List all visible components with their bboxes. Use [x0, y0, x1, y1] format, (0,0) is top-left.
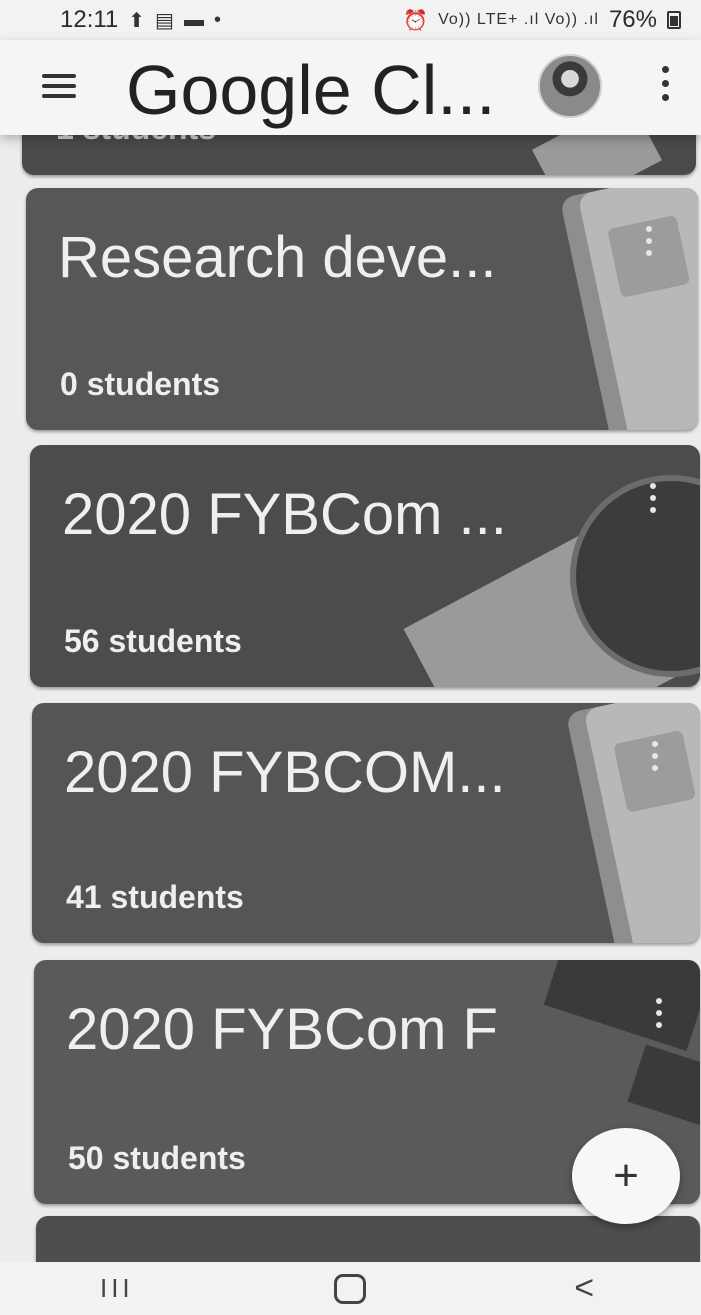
notification-icon-2: ▤ — [155, 9, 174, 32]
card-illustration — [543, 960, 700, 1051]
notification-dot-icon: • — [213, 8, 221, 31]
hamburger-menu-icon[interactable] — [42, 74, 76, 98]
status-right: ⏰ Vo)) LTE+ .ıl Vo)) .ıl 76% — [403, 6, 681, 34]
signal-indicator: Vo)) LTE+ .ıl Vo)) .ıl — [438, 11, 599, 28]
status-time: 12:11 — [60, 6, 119, 33]
back-button[interactable]: < — [554, 1269, 614, 1309]
battery-icon — [667, 11, 681, 29]
course-student-count: 41 students — [66, 879, 244, 915]
notification-icon-1: ⬆ — [128, 9, 146, 32]
account-avatar[interactable] — [538, 54, 602, 118]
course-student-count: 56 students — [64, 623, 242, 659]
add-class-button[interactable]: + — [572, 1128, 680, 1224]
course-title: 2020 FYBCom F — [66, 997, 498, 1062]
course-card[interactable]: 2020 FYBCOM... 41 students — [32, 703, 700, 943]
notification-icon-3: ▬ — [183, 8, 204, 31]
course-card[interactable]: 2020 FYBCom ... 56 students — [30, 445, 700, 687]
course-options-icon[interactable] — [650, 741, 660, 781]
home-button[interactable] — [320, 1269, 380, 1309]
app-bar: Google Cl... — [0, 40, 701, 135]
app-title: Google Cl... — [126, 51, 496, 129]
status-left: 12:11 ⬆ ▤ ▬ • — [60, 6, 221, 34]
course-student-count: 50 students — [68, 1140, 246, 1176]
course-card[interactable]: Research deve... 0 students — [26, 188, 698, 430]
system-nav-bar: III < — [0, 1262, 701, 1315]
course-options-icon[interactable] — [648, 483, 658, 523]
course-title: 2020 FYBCom ... — [62, 482, 507, 547]
home-icon — [334, 1273, 367, 1304]
course-student-count: 0 students — [60, 366, 221, 402]
recents-button[interactable]: III — [87, 1269, 147, 1309]
course-options-icon[interactable] — [644, 226, 654, 266]
course-options-icon[interactable] — [654, 998, 664, 1038]
status-bar: 12:11 ⬆ ▤ ▬ • ⏰ Vo)) LTE+ .ıl Vo)) .ıl 7… — [0, 0, 701, 40]
course-title: 2020 FYBCOM... — [64, 740, 506, 805]
card-illustration — [565, 703, 700, 943]
alarm-icon: ⏰ — [403, 9, 429, 32]
card-illustration — [627, 1044, 700, 1136]
battery-percent: 76% — [608, 6, 657, 33]
course-title: Research deve... — [58, 225, 497, 290]
card-illustration — [559, 188, 698, 430]
more-options-icon[interactable] — [660, 66, 670, 112]
